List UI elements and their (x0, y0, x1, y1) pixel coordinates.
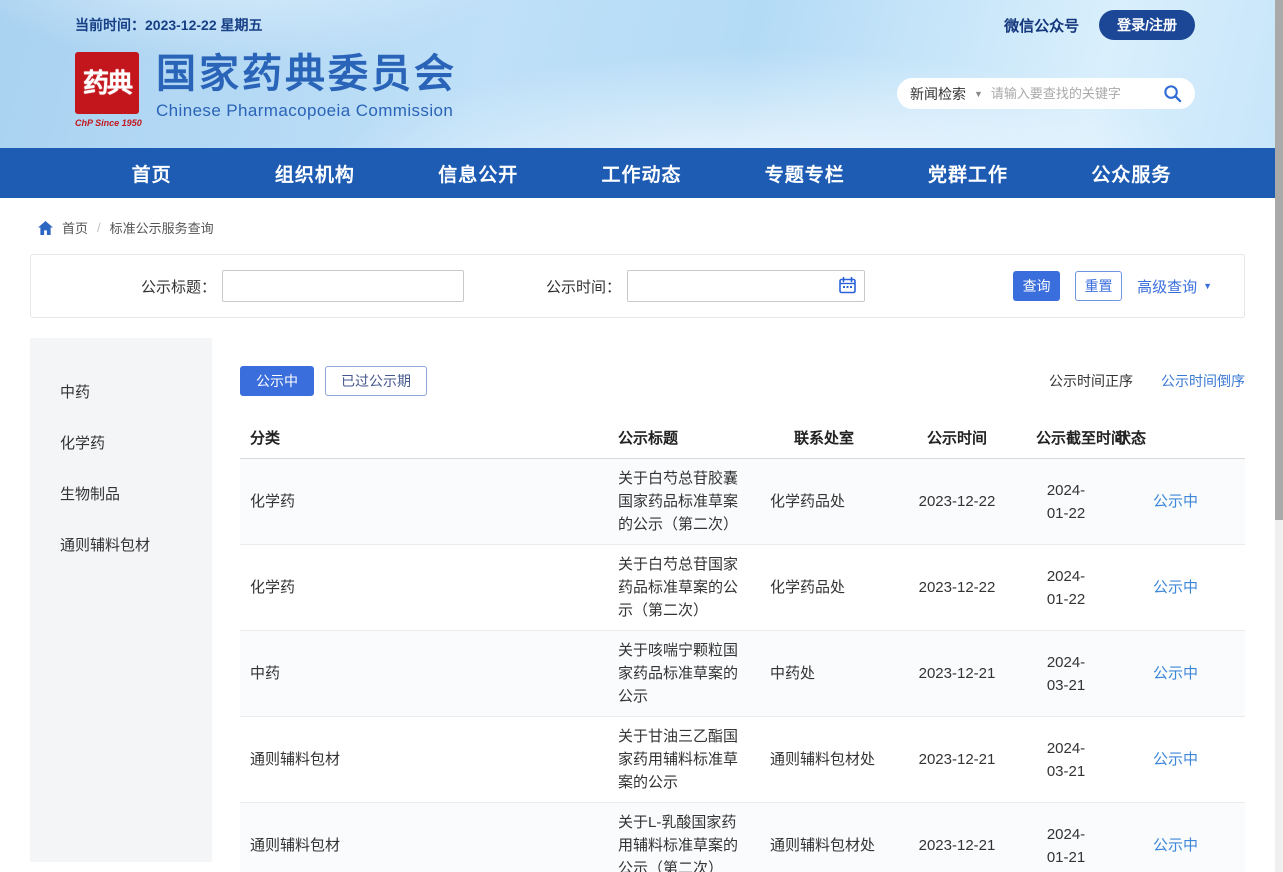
breadcrumb: 首页 / 标准公示服务查询 (0, 198, 1283, 237)
table-header-row: 分类公示标题联系处室公示时间公示截至时间状态 (240, 417, 1245, 459)
cell-status-link[interactable]: 公示中 (1106, 803, 1245, 872)
cell-start-date: 2023-12-22 (888, 545, 1026, 631)
cell-start-date: 2023-12-22 (888, 459, 1026, 545)
calendar-icon[interactable] (839, 277, 856, 294)
wechat-link[interactable]: 微信公众号 (1004, 15, 1079, 36)
table-row: 通则辅料包材 关于L-乳酸国家药用辅料标准草案的公示（第二次） 通则辅料包材处 … (240, 803, 1245, 872)
title-filter-label: 公示标题： (141, 276, 216, 297)
site-title: 国家药典委员会 (156, 52, 457, 96)
reset-button[interactable]: 重置 (1075, 271, 1122, 301)
table-header-cell: 公示时间 (888, 417, 1026, 459)
tab-in-publicity[interactable]: 公示中 (240, 366, 314, 396)
cell-category: 通则辅料包材 (240, 803, 608, 872)
cell-status-link[interactable]: 公示中 (1106, 717, 1245, 803)
publicity-table: 分类公示标题联系处室公示时间公示截至时间状态 化学药 关于白芍总苷胶囊国家药品标… (240, 417, 1245, 872)
login-register-button[interactable]: 登录/注册 (1099, 10, 1195, 40)
site-subtitle: Chinese Pharmacopoeia Commission (156, 101, 457, 121)
chevron-down-icon: ▼ (1203, 281, 1212, 291)
cell-category: 化学药 (240, 459, 608, 545)
home-icon[interactable] (38, 221, 53, 235)
cell-category: 化学药 (240, 545, 608, 631)
cell-category: 中药 (240, 631, 608, 717)
advanced-query-label: 高级查询 (1137, 276, 1197, 297)
sidebar-item[interactable]: 中药 (30, 366, 212, 417)
table-row: 化学药 关于白芍总苷胶囊国家药品标准草案的公示（第二次） 化学药品处 2023-… (240, 459, 1245, 545)
sort-time-descending[interactable]: 公示时间倒序 (1161, 371, 1245, 391)
cell-office: 通则辅料包材处 (760, 803, 888, 872)
cell-title-link[interactable]: 关于白芍总苷胶囊国家药品标准草案的公示（第二次） (608, 459, 760, 545)
cell-status-link[interactable]: 公示中 (1106, 459, 1245, 545)
cell-status-link[interactable]: 公示中 (1106, 545, 1245, 631)
search-category-select[interactable]: 新闻检索 (910, 84, 966, 104)
cell-start-date: 2023-12-21 (888, 631, 1026, 717)
table-header-cell: 公示截至时间 (1026, 417, 1106, 459)
scrollbar-thumb[interactable] (1275, 0, 1283, 520)
cell-title-link[interactable]: 关于甘油三乙酯国家药用辅料标准草案的公示 (608, 717, 760, 803)
sidebar-item[interactable]: 生物制品 (30, 468, 212, 519)
breadcrumb-home[interactable]: 首页 (62, 218, 88, 237)
cell-start-date: 2023-12-21 (888, 803, 1026, 872)
breadcrumb-current: 标准公示服务查询 (110, 218, 214, 237)
cell-end-date: 2024-01-21 (1026, 803, 1106, 872)
title-filter-input[interactable] (222, 270, 464, 302)
sidebar-item[interactable]: 通则辅料包材 (30, 519, 212, 570)
site-header: 当前时间：2023-12-22 星期五 微信公众号 登录/注册 药典 ChP S… (0, 0, 1283, 148)
table-header-cell: 公示标题 (608, 417, 760, 459)
sort-time-ascending[interactable]: 公示时间正序 (1049, 371, 1133, 391)
cell-office: 中药处 (760, 631, 888, 717)
table-row: 中药 关于咳喘宁颗粒国家药品标准草案的公示 中药处 2023-12-21 202… (240, 631, 1245, 717)
sidebar-item[interactable]: 化学药 (30, 417, 212, 468)
seal-caption: ChP Since 1950 (75, 118, 141, 128)
filter-panel: 公示标题： 公示时间： 查询 重置 高级查询 ▼ (30, 254, 1245, 318)
cell-office: 通则辅料包材处 (760, 717, 888, 803)
main-nav: 首页组织机构信息公开工作动态专题专栏党群工作公众服务 (0, 148, 1283, 198)
nav-item[interactable]: 首页 (70, 160, 233, 187)
cell-office: 化学药品处 (760, 459, 888, 545)
cell-start-date: 2023-12-21 (888, 717, 1026, 803)
scrollbar-track[interactable] (1275, 0, 1283, 872)
cell-category: 通则辅料包材 (240, 717, 608, 803)
time-filter-label: 公示时间： (546, 276, 621, 297)
top-bar: 当前时间：2023-12-22 星期五 微信公众号 登录/注册 (0, 0, 1283, 40)
current-time-text: 当前时间：2023-12-22 星期五 (75, 15, 263, 35)
cell-office: 化学药品处 (760, 545, 888, 631)
chevron-down-icon[interactable]: ▼ (974, 89, 983, 99)
seal-logo-icon: 药典 (75, 52, 139, 114)
cell-title-link[interactable]: 关于白芍总苷国家药品标准草案的公示（第二次） (608, 545, 760, 631)
table-header-cell: 分类 (240, 417, 608, 459)
time-filter-input[interactable] (627, 270, 865, 302)
cell-title-link[interactable]: 关于L-乳酸国家药用辅料标准草案的公示（第二次） (608, 803, 760, 872)
cell-title-link[interactable]: 关于咳喘宁颗粒国家药品标准草案的公示 (608, 631, 760, 717)
table-row: 化学药 关于白芍总苷国家药品标准草案的公示（第二次） 化学药品处 2023-12… (240, 545, 1245, 631)
nav-item[interactable]: 专题专栏 (723, 160, 886, 187)
nav-item[interactable]: 信息公开 (397, 160, 560, 187)
nav-item[interactable]: 党群工作 (886, 160, 1049, 187)
search-icon[interactable] (1163, 84, 1182, 103)
advanced-query-link[interactable]: 高级查询 ▼ (1137, 276, 1212, 297)
main-panel: 公示中 已过公示期 公示时间正序 公示时间倒序 分类公示标题联系处室公示时间公示… (240, 338, 1245, 862)
nav-item[interactable]: 工作动态 (560, 160, 723, 187)
cell-status-link[interactable]: 公示中 (1106, 631, 1245, 717)
table-header-cell: 状态 (1106, 417, 1245, 459)
site-search: 新闻检索 ▼ (897, 78, 1195, 109)
cell-end-date: 2024-03-21 (1026, 631, 1106, 717)
nav-item[interactable]: 公众服务 (1050, 160, 1213, 187)
cell-end-date: 2024-01-22 (1026, 545, 1106, 631)
cell-end-date: 2024-01-22 (1026, 459, 1106, 545)
tab-expired-publicity[interactable]: 已过公示期 (325, 366, 427, 396)
site-logo[interactable]: 药典 ChP Since 1950 国家药典委员会 Chinese Pharma… (75, 52, 457, 128)
table-header-cell: 联系处室 (760, 417, 888, 459)
table-row: 通则辅料包材 关于甘油三乙酯国家药用辅料标准草案的公示 通则辅料包材处 2023… (240, 717, 1245, 803)
query-button[interactable]: 查询 (1013, 271, 1060, 301)
search-input[interactable] (991, 86, 1155, 101)
nav-item[interactable]: 组织机构 (233, 160, 396, 187)
category-sidebar: 中药化学药生物制品通则辅料包材 (30, 338, 212, 862)
breadcrumb-separator: / (97, 220, 101, 235)
cell-end-date: 2024-03-21 (1026, 717, 1106, 803)
